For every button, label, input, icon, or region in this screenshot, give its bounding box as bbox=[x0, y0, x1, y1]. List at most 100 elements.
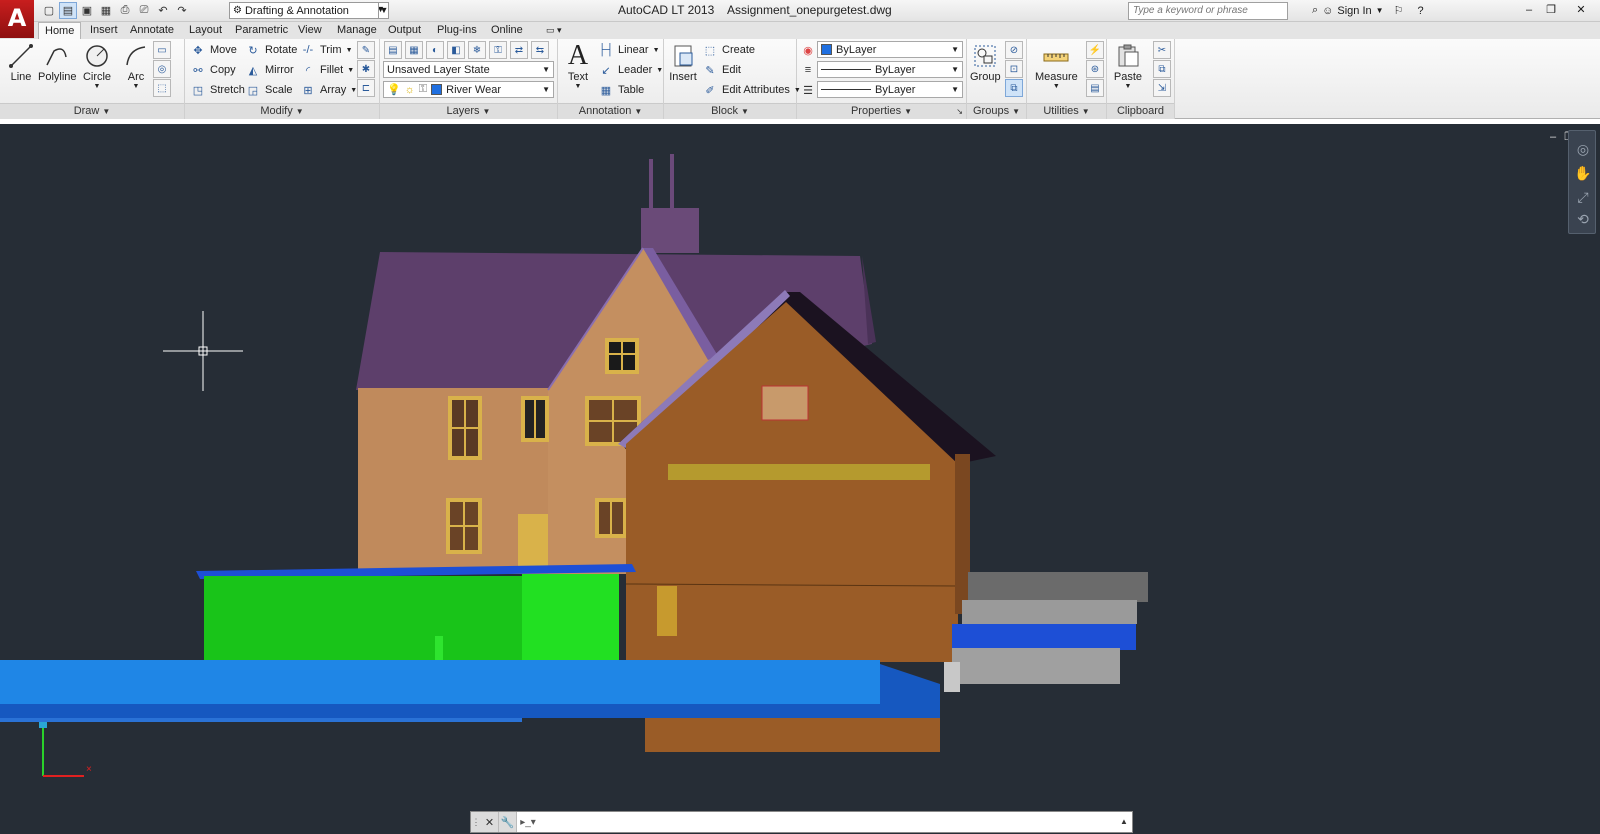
boundary-icon[interactable]: ⬚ bbox=[153, 79, 171, 97]
modify-panel-title[interactable]: Modify ▼ bbox=[185, 103, 379, 119]
utilities-panel-title[interactable]: Utilities ▼ bbox=[1027, 103, 1106, 119]
edit-attributes-button[interactable]: ✐ Edit Attributes ▼ bbox=[702, 81, 800, 99]
draw-panel-title[interactable]: Draw ▼ bbox=[0, 103, 184, 119]
measure-button[interactable]: Measure ▼ bbox=[1035, 41, 1078, 90]
command-line-grip[interactable]: ⋮ bbox=[471, 812, 481, 832]
mirror-button[interactable]: ◭ Mirror bbox=[245, 61, 294, 79]
group-edit-icon[interactable]: ⊡ bbox=[1005, 60, 1023, 78]
layer-properties-icon[interactable]: ▤ bbox=[384, 41, 402, 59]
layer-walk-icon[interactable]: ⇆ bbox=[531, 41, 549, 59]
groups-panel-title[interactable]: Groups ▼ bbox=[967, 103, 1026, 119]
save-as-icon[interactable]: ▦ bbox=[97, 2, 115, 19]
move-button[interactable]: ✥ Move bbox=[190, 41, 237, 59]
tab-output[interactable]: Output bbox=[382, 22, 427, 39]
lineweight-select[interactable]: ByLayer ▼ bbox=[817, 81, 963, 98]
command-customize-icon[interactable]: 🔧 bbox=[499, 812, 517, 832]
line-button[interactable]: Line bbox=[6, 41, 36, 83]
linetype-select[interactable]: ByLayer ▼ bbox=[817, 61, 963, 78]
command-input[interactable] bbox=[539, 813, 1116, 831]
layer-off-icon[interactable]: ◐ bbox=[426, 41, 444, 59]
plot-icon[interactable]: ⎚ bbox=[135, 2, 153, 19]
save-icon[interactable]: ▣ bbox=[78, 2, 96, 19]
new-file-icon[interactable]: ▢ bbox=[40, 2, 58, 19]
copy-clip-icon[interactable]: ⧉ bbox=[1153, 60, 1171, 78]
arc-button[interactable]: Arc ▼ bbox=[121, 41, 151, 90]
insert-block-button[interactable]: Insert bbox=[668, 41, 698, 83]
copy-button[interactable]: ⚯ Copy bbox=[190, 61, 235, 79]
layer-lock-icon[interactable]: ⚿ bbox=[489, 41, 507, 59]
annotation-panel-title[interactable]: Annotation ▼ bbox=[558, 103, 663, 119]
array-button[interactable]: ⊞ Array ▼ bbox=[300, 81, 357, 99]
application-menu-button[interactable]: A bbox=[0, 0, 34, 38]
pan-hand-icon[interactable]: ✋ bbox=[1573, 163, 1593, 183]
explode-icon[interactable]: ✱ bbox=[357, 60, 375, 78]
select-all-icon[interactable]: ⊛ bbox=[1086, 60, 1104, 78]
group-selection-icon[interactable]: ⧉ bbox=[1005, 79, 1023, 97]
hatch-icon[interactable]: ◎ bbox=[153, 60, 171, 78]
stretch-button[interactable]: ◳ Stretch bbox=[190, 81, 245, 99]
orbit-icon[interactable]: ⟲ bbox=[1573, 209, 1593, 229]
sign-in-button[interactable]: ⌕ ☺ Sign In ▼ ⚐ ? bbox=[1312, 4, 1424, 17]
publish-icon[interactable]: ⎙ bbox=[116, 2, 134, 19]
qat-customize-icon[interactable]: ▼ bbox=[378, 2, 389, 19]
tab-manage[interactable]: Manage bbox=[331, 22, 383, 39]
command-close-icon[interactable]: ✕ bbox=[481, 812, 499, 832]
steering-wheel-icon[interactable]: ◎ bbox=[1573, 139, 1593, 159]
layer-icon[interactable]: ▦ bbox=[405, 41, 423, 59]
search-input[interactable]: Type a keyword or phrase bbox=[1128, 2, 1288, 20]
create-block-button[interactable]: ⬚ Create bbox=[702, 41, 755, 59]
tab-plug-ins[interactable]: Plug-ins bbox=[431, 22, 483, 39]
layer-state-select[interactable]: Unsaved Layer State ▼ bbox=[383, 61, 554, 78]
block-panel-title[interactable]: Block ▼ bbox=[664, 103, 796, 119]
ungroup-icon[interactable]: ⊘ bbox=[1005, 41, 1023, 59]
rectangle-icon[interactable]: ▭ bbox=[153, 41, 171, 59]
exchange-icon[interactable]: ⚐ bbox=[1394, 4, 1404, 17]
linear-button[interactable]: ├┤ Linear ▼ bbox=[598, 41, 659, 59]
fillet-button[interactable]: ◜ Fillet ▼ bbox=[300, 61, 354, 79]
layer-match-icon[interactable]: ⇄ bbox=[510, 41, 528, 59]
layers-panel-title[interactable]: Layers ▼ bbox=[380, 103, 557, 119]
rotate-button[interactable]: ↻ Rotate bbox=[245, 41, 297, 59]
layer-select[interactable]: 💡 ☼ ⚿ River Wear ▼ bbox=[383, 81, 554, 98]
match-properties-icon[interactable]: ⇲ bbox=[1153, 79, 1171, 97]
help-icon[interactable]: ? bbox=[1417, 5, 1423, 17]
redo-icon[interactable]: ↷ bbox=[173, 2, 191, 19]
tab-view[interactable]: View bbox=[292, 22, 328, 39]
leader-button[interactable]: ↙ Leader ▼ bbox=[598, 61, 663, 79]
ribbon-minimize-icon[interactable]: ▭ ▾ bbox=[540, 22, 568, 39]
minimize-icon[interactable]: – bbox=[1518, 2, 1540, 18]
tab-online[interactable]: Online bbox=[485, 22, 529, 39]
restore-icon[interactable]: ❐ bbox=[1540, 2, 1562, 18]
tab-parametric[interactable]: Parametric bbox=[229, 22, 294, 39]
tab-layout[interactable]: Layout bbox=[183, 22, 228, 39]
group-button[interactable]: Group bbox=[970, 41, 1001, 83]
command-history-icon[interactable]: ▲ bbox=[1116, 812, 1132, 832]
color-select[interactable]: ByLayer ▼ bbox=[817, 41, 963, 58]
calculator-icon[interactable]: ▤ bbox=[1086, 79, 1104, 97]
circle-button[interactable]: Circle ▼ bbox=[82, 41, 112, 90]
trim-button[interactable]: -/- Trim ▼ bbox=[300, 41, 353, 59]
viewport-minimize-icon[interactable]: – bbox=[1546, 130, 1560, 144]
model-viewport[interactable]: × bbox=[0, 124, 1600, 834]
workspace-select[interactable]: ⚙ Drafting & Annotation ▼ bbox=[229, 2, 389, 19]
tab-annotate[interactable]: Annotate bbox=[124, 22, 180, 39]
cut-icon[interactable]: ✂ bbox=[1153, 41, 1171, 59]
offset-icon[interactable]: ⊏ bbox=[357, 79, 375, 97]
command-prompt-icon[interactable]: ▸_▾ bbox=[517, 812, 539, 832]
polyline-button[interactable]: Polyline bbox=[38, 41, 77, 83]
drawing-area[interactable]: × – ❐ ✕ ◎ ✋ ⤢ ⟲ bbox=[0, 124, 1600, 834]
open-file-icon[interactable]: ▤ bbox=[59, 2, 77, 19]
table-button[interactable]: ▦ Table bbox=[598, 81, 645, 99]
undo-icon[interactable]: ↶ bbox=[154, 2, 172, 19]
close-icon[interactable]: ✕ bbox=[1570, 2, 1592, 18]
zoom-extents-icon[interactable]: ⤢ bbox=[1573, 187, 1593, 207]
properties-panel-title[interactable]: Properties ▼ ↘ bbox=[797, 103, 966, 119]
clipboard-panel-title[interactable]: Clipboard bbox=[1107, 103, 1174, 119]
edit-block-button[interactable]: ✎ Edit bbox=[702, 61, 741, 79]
layer-freeze-icon[interactable]: ❄ bbox=[468, 41, 486, 59]
paste-button[interactable]: Paste ▼ bbox=[1113, 41, 1143, 90]
scale-button[interactable]: ◲ Scale bbox=[245, 81, 293, 99]
erase-icon[interactable]: ✎ bbox=[357, 41, 375, 59]
tab-home[interactable]: Home bbox=[38, 22, 82, 39]
layer-isolate-icon[interactable]: ◧ bbox=[447, 41, 465, 59]
